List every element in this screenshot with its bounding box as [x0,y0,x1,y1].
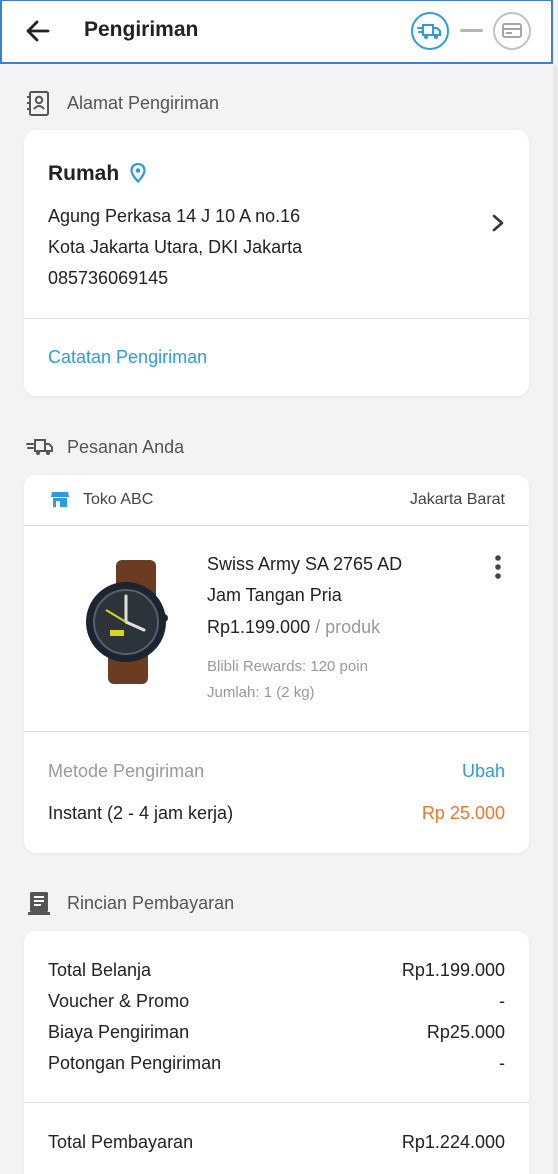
section-title-address: Alamat Pengiriman [67,93,220,113]
address-phone: 085736069145 [48,268,169,288]
shipping-method-value: Instant (2 - 4 jam kerja) [48,803,234,823]
payment-row-value: Rp1.199.000 [401,960,505,980]
receipt-icon [26,890,52,923]
section-title-payment: Rincian Pembayaran [67,893,235,913]
shipping-step-icon [411,12,449,50]
total-payment-value: Rp1.224.000 [401,1132,505,1152]
product-name-line-2: Jam Tangan Pria [207,585,342,605]
address-card[interactable]: Rumah Agung Perkasa 14 J 10 A no.16 Kota… [24,130,529,396]
address-book-icon [26,90,52,123]
order-card: Toko ABC Jakarta Barat Swiss Army SA 276… [24,475,529,853]
payment-row-value: - [499,1053,505,1073]
delivery-note-link[interactable]: Catatan Pengiriman [48,347,207,368]
store-icon [50,490,70,513]
section-title-order: Pesanan Anda [67,437,185,457]
back-arrow-icon[interactable] [22,15,54,47]
payment-row-label: Biaya Pengiriman [48,1022,190,1042]
chevron-right-icon[interactable] [491,214,505,237]
total-payment-label: Total Pembayaran [48,1132,194,1152]
step-connector [460,29,483,32]
payment-step-icon [493,12,531,50]
store-location: Jakarta Barat [409,491,505,508]
payment-row-label: Voucher & Promo [48,991,190,1011]
product-price: Rp1.199.000 [207,617,311,637]
address-line-1: Agung Perkasa 14 J 10 A no.16 [48,206,301,226]
product-name-line-1: Swiss Army SA 2765 AD [207,554,403,574]
address-line-2: Kota Jakarta Utara, DKI Jakarta [48,237,303,257]
payment-row-label: Total Belanja [48,960,152,980]
app-header: Pengiriman [0,0,553,64]
divider [24,525,529,526]
page-title: Pengiriman [84,18,199,41]
shipping-cost: Rp 25.000 [421,803,505,823]
shipping-method-label: Metode Pengiriman [48,761,205,781]
truck-icon [26,436,54,463]
payment-row-value: Rp25.000 [426,1022,505,1042]
payment-row-value: - [499,991,505,1011]
location-pin-icon [130,162,146,188]
product-price-row: Rp1.199.000 / produk [207,617,380,638]
product-quantity: Jumlah: 1 (2 kg) [207,684,315,701]
change-shipping-link[interactable]: Ubah [462,761,505,782]
product-rewards: Blibli Rewards: 120 poin [207,658,368,675]
divider [24,731,529,732]
divider [24,318,529,319]
address-name: Rumah [48,162,120,185]
store-name: Toko ABC [83,491,154,508]
product-image[interactable] [74,560,174,689]
payment-row-label: Potongan Pengiriman [48,1053,222,1073]
more-vertical-icon[interactable] [493,554,503,587]
divider [24,1102,529,1103]
scrollbar[interactable] [553,66,558,1174]
product-price-unit: / produk [315,617,381,637]
payment-card: Total Belanja Rp1.199.000 Voucher & Prom… [24,931,529,1174]
